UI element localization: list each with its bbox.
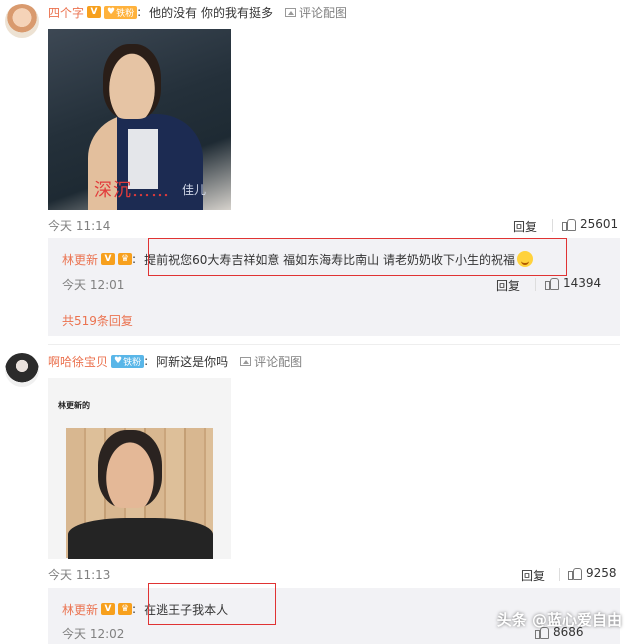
watermark: 头条 @蓝心爱自由	[496, 611, 622, 629]
image-caption: 深沉……	[94, 180, 170, 201]
image-figure-head	[98, 430, 162, 508]
comment-image[interactable]: 深沉…… 佳儿	[48, 29, 231, 210]
comment-text: 阿新这是你吗	[156, 354, 229, 369]
colon: :	[132, 602, 137, 616]
image-title: 林更新的	[58, 401, 90, 410]
fan-badge: ♥ 铁粉	[104, 5, 138, 19]
sub-reply-like-count: 14394	[563, 276, 602, 290]
reply-button[interactable]: 回复	[513, 218, 537, 235]
comment-image[interactable]: 林更新的	[48, 378, 231, 559]
comment-1: 四个字 V ♥ 铁粉 : 他的没有 你的我有挺多 评论配图 深沉…… 佳儿 今天 …	[0, 0, 640, 340]
comment-divider	[48, 344, 620, 345]
user-avatar[interactable]	[5, 4, 39, 38]
reply-button[interactable]: 回复	[521, 567, 545, 584]
verified-icon: V	[87, 6, 102, 18]
divider	[559, 568, 560, 581]
colon: :	[132, 252, 137, 266]
colon: :	[144, 354, 149, 368]
fan-badge: ♥ 铁粉	[111, 354, 145, 368]
heart-icon: ♥	[107, 7, 116, 17]
thumbs-up-icon	[545, 277, 559, 290]
divider	[535, 278, 536, 291]
username-link[interactable]: 四个字	[48, 4, 84, 21]
sub-reply-box: 林更新 V ♛ : 提前祝您60大寿吉祥如意 福如东海寿比南山 请老奶奶收下小生…	[48, 238, 620, 336]
user-avatar[interactable]	[5, 353, 39, 387]
highlight-box	[148, 238, 567, 276]
sub-reply-username[interactable]: 林更新	[62, 251, 98, 268]
image-figure-head	[103, 44, 161, 119]
like-button[interactable]: 9258	[568, 566, 617, 580]
highlight-box	[148, 583, 276, 625]
sub-reply-reply-button[interactable]: 回复	[496, 277, 520, 294]
crown-icon: ♛	[118, 253, 133, 265]
image-icon	[284, 7, 296, 17]
username-link[interactable]: 啊哈徐宝贝	[48, 353, 108, 370]
comment-time: 今天 11:14	[48, 218, 111, 233]
thumbs-up-icon	[562, 218, 576, 231]
comment-time: 今天 11:13	[48, 567, 111, 582]
like-count: 9258	[586, 566, 617, 580]
comment-text: 他的没有 你的我有挺多	[149, 5, 273, 20]
divider	[552, 219, 553, 232]
thumbs-up-icon	[568, 567, 582, 580]
fan-badge-label: 铁粉	[123, 357, 142, 368]
image-caption-tail: 佳儿	[182, 183, 207, 197]
comment-header: 啊哈徐宝贝 ♥ 铁粉 : 阿新这是你吗 评论配图	[48, 352, 302, 370]
comment-header: 四个字 V ♥ 铁粉 : 他的没有 你的我有挺多 评论配图	[48, 3, 347, 21]
crown-icon: ♛	[118, 603, 133, 615]
more-replies-link[interactable]: 共519条回复	[62, 312, 133, 329]
heart-icon: ♥	[114, 356, 123, 366]
colon: :	[137, 5, 142, 19]
image-figure-shirt	[68, 518, 213, 559]
sub-reply-time: 今天 12:01	[62, 277, 125, 292]
sub-reply-like-button[interactable]: 14394	[545, 276, 601, 290]
verified-icon: V	[101, 603, 116, 615]
like-button[interactable]: 25601	[562, 217, 618, 231]
fan-badge-label: 铁粉	[116, 8, 135, 19]
comment-image-link[interactable]: 评论配图	[254, 353, 302, 370]
image-icon	[240, 356, 252, 366]
sub-reply-username[interactable]: 林更新	[62, 601, 98, 618]
verified-icon: V	[101, 253, 116, 265]
like-count: 25601	[580, 217, 619, 231]
comment-image-link[interactable]: 评论配图	[299, 4, 347, 21]
sub-reply-time: 今天 12:02	[62, 626, 125, 641]
